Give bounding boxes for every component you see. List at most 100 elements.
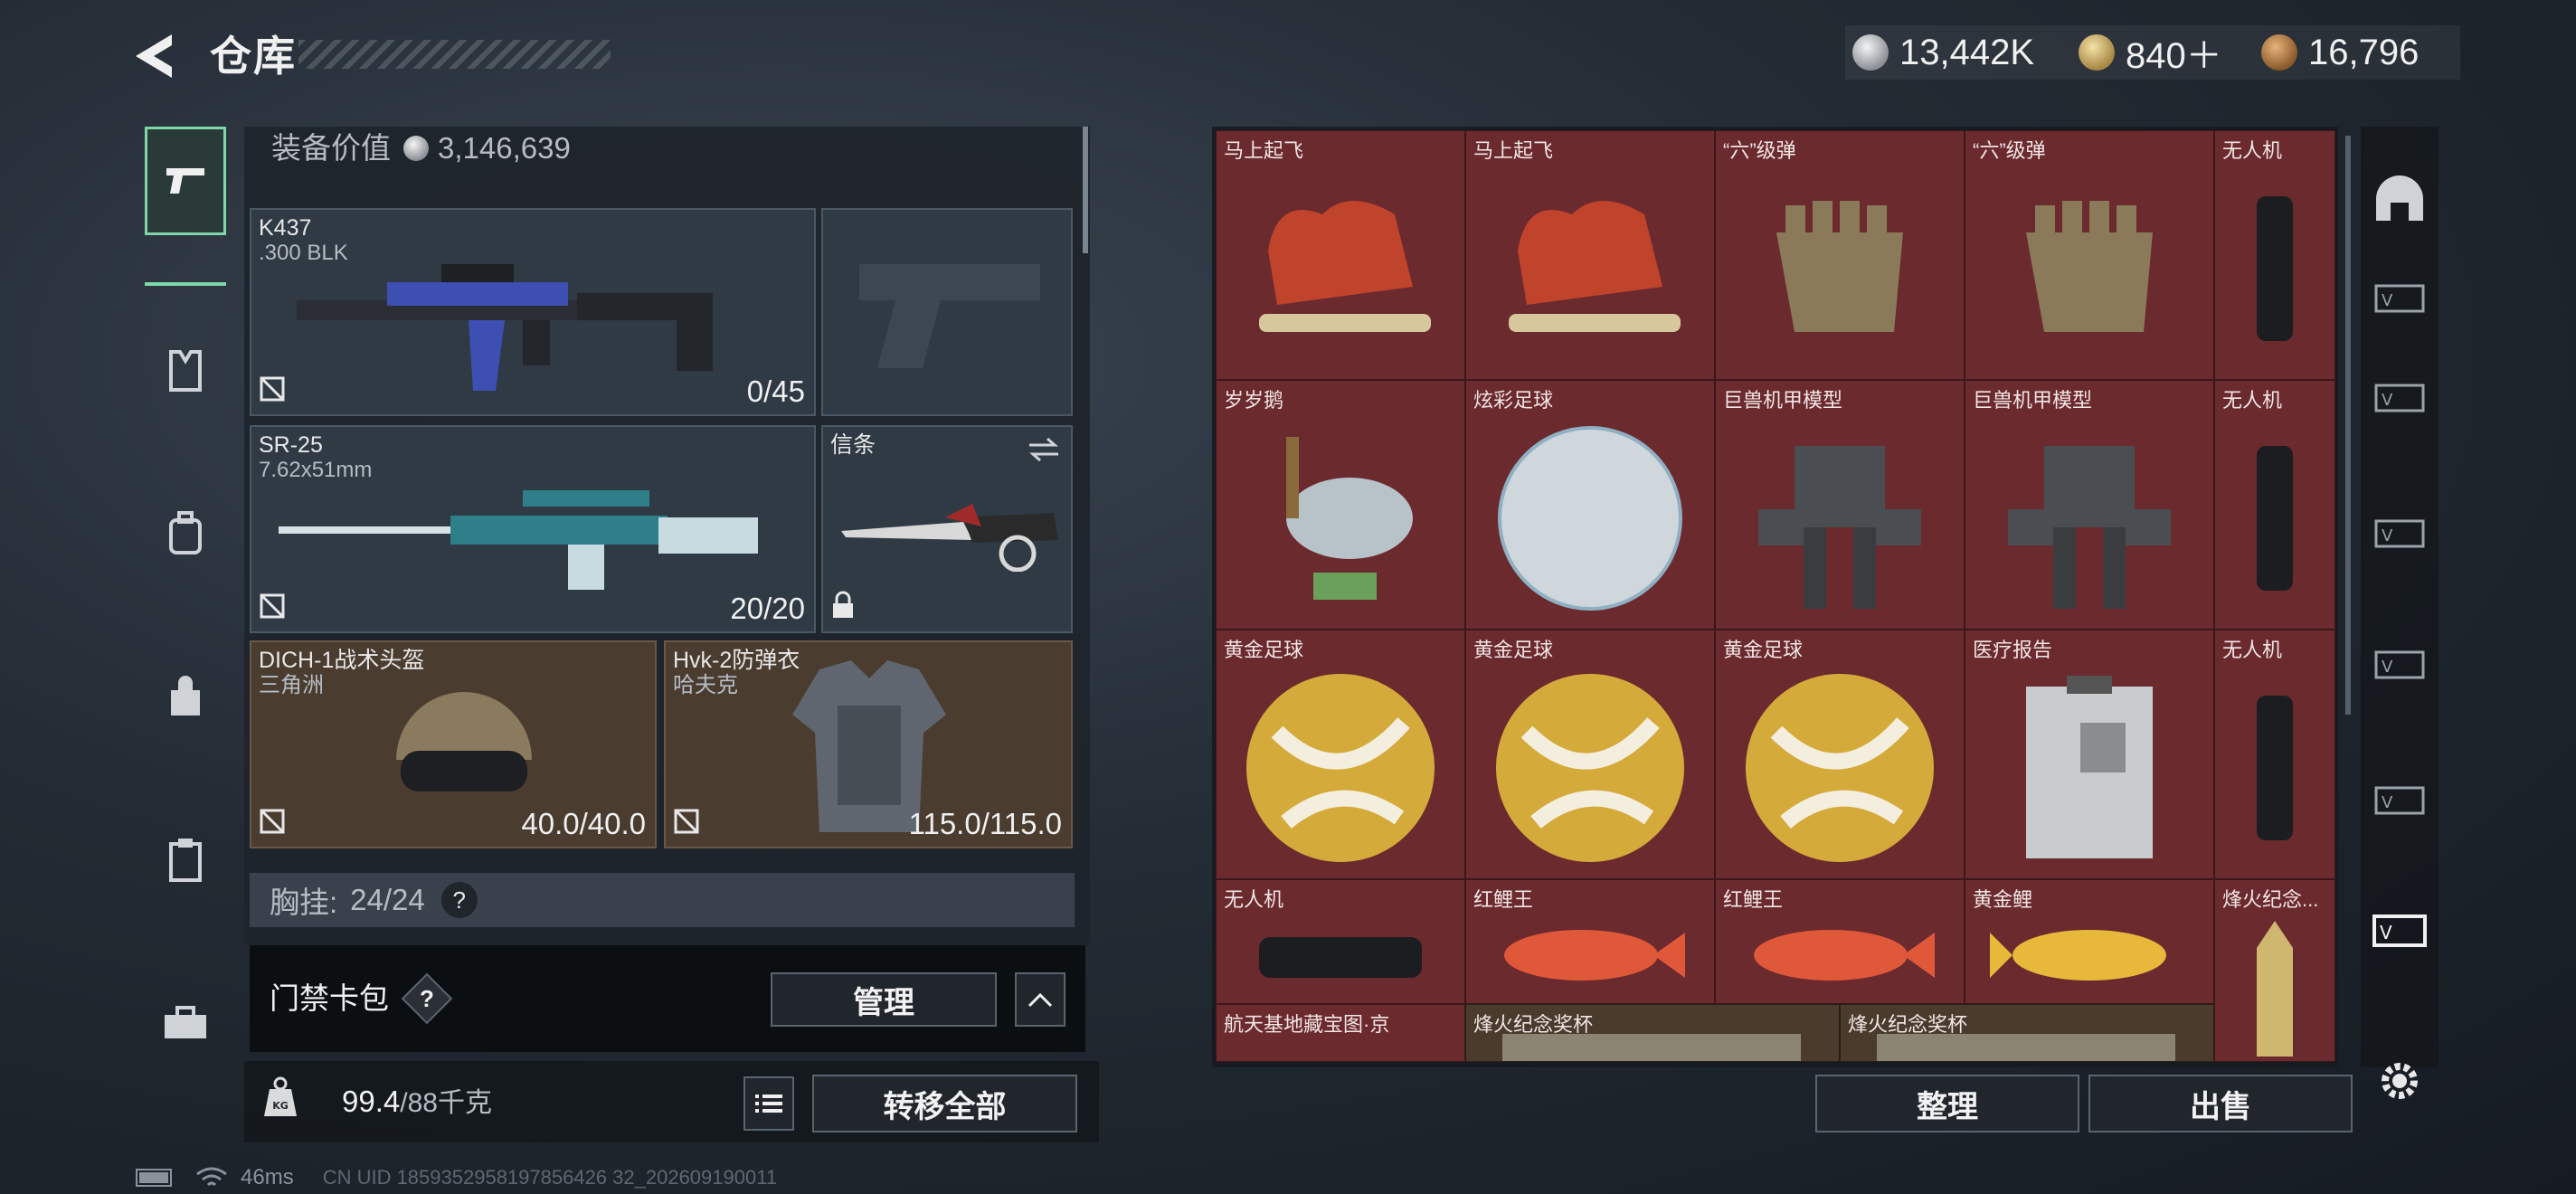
weapon-name: SR-25	[259, 432, 323, 458]
swap-icon[interactable]	[1026, 436, 1062, 463]
nav-armor[interactable]	[145, 317, 226, 425]
backpack-icon	[169, 511, 202, 554]
storage-item[interactable]: 黄金足球	[1465, 630, 1715, 879]
nav-toolbox[interactable]	[145, 968, 226, 1076]
nav-bag[interactable]	[145, 642, 226, 751]
pistol-slot-empty[interactable]	[821, 208, 1073, 416]
tab-storage-2[interactable]: V	[2363, 357, 2436, 439]
golden-football-icon	[1496, 674, 1684, 862]
storage-item[interactable]: 红鲤王	[1465, 879, 1715, 1004]
storage-item[interactable]: 无人机	[2214, 630, 2335, 879]
weight-capacity: /88千克	[400, 1088, 492, 1118]
storage-item[interactable]: 医疗报告	[1965, 630, 2214, 879]
svg-text:V: V	[2382, 291, 2393, 310]
status-bar: 46ms CN UID 1859352958197856426 32_20260…	[136, 1162, 777, 1193]
equipment-value: 装备价值 3,146,639	[271, 127, 571, 170]
chevron-up-icon	[1028, 992, 1053, 1008]
rifle-icon	[297, 264, 713, 391]
storage-scrollbar[interactable]	[2345, 136, 2351, 715]
trophy-case-icon	[1502, 1034, 1801, 1061]
armor-vest-icon	[169, 350, 202, 392]
mech-model-icon	[1758, 446, 1921, 609]
helmet-faction: 三角洲	[259, 673, 324, 697]
svg-text:V: V	[2382, 391, 2393, 410]
drone-cylinder-icon	[2257, 696, 2293, 840]
bronze-coin-icon	[2261, 34, 2297, 71]
storage-item[interactable]: 航天基地藏宝图·京	[1216, 1004, 1465, 1062]
weight-readout: 99.4/88千克	[342, 1082, 492, 1123]
storage-item[interactable]: 红鲤王	[1715, 879, 1965, 1004]
settings-button[interactable]	[2363, 1040, 2436, 1122]
collapse-button[interactable]	[1015, 972, 1065, 1027]
keycard-label: 门禁卡包	[270, 981, 389, 1015]
trophy-icon	[2257, 921, 2293, 1057]
storage-item[interactable]: 烽火纪念奖杯	[1840, 1004, 2214, 1062]
drone-cylinder-icon	[2257, 196, 2293, 341]
storage-item[interactable]: “六”级弹	[1715, 130, 1965, 380]
currency-bronze: 16,796	[2261, 25, 2419, 80]
storage-item[interactable]: 烽火纪念奖杯	[1465, 1004, 1840, 1062]
melee-slot[interactable]: 信条	[821, 425, 1073, 633]
svg-text:KG: KG	[272, 1100, 289, 1112]
nav-backpack[interactable]	[145, 479, 226, 588]
storage-grid: 马上起飞 马上起飞 “六”级弹 “六”级弹 无人机 岁岁鹅 炫彩足球 巨兽机甲模…	[1216, 130, 2335, 1062]
clipboard-icon	[169, 839, 202, 882]
back-button[interactable]	[127, 27, 181, 85]
chest-rig-capacity: 24/24	[350, 883, 425, 916]
tab-all-storage[interactable]	[2363, 158, 2436, 240]
unbound-flag-icon	[673, 808, 700, 839]
tab-storage-1[interactable]: V	[2363, 258, 2436, 339]
gear-icon	[2382, 1063, 2418, 1099]
tab-storage-5[interactable]: V	[2363, 760, 2436, 841]
storage-item[interactable]: 无人机	[1216, 879, 1465, 1004]
nav-active-marker	[145, 282, 226, 286]
helmet-slot[interactable]: DICH-1战术头盔 三角洲 40.0/40.0	[250, 640, 657, 848]
sell-button[interactable]: 出售	[2088, 1075, 2353, 1132]
loadout-scrollbar[interactable]	[1083, 127, 1088, 253]
primary-weapon-slot[interactable]: K437 .300 BLK 0/45	[250, 208, 816, 416]
storage-item[interactable]: 马上起飞	[1216, 130, 1465, 380]
tab-storage-6-active[interactable]: V	[2363, 891, 2436, 972]
helmet-icon	[396, 692, 532, 791]
storage-item[interactable]: 岁岁鹅	[1216, 380, 1465, 630]
secondary-weapon-slot[interactable]: SR-25 7.62x51mm 20/20	[250, 425, 816, 633]
storage-item[interactable]: 无人机	[2214, 380, 2335, 630]
transfer-all-button[interactable]: 转移全部	[812, 1075, 1077, 1132]
storage-item[interactable]: 黄金鲤	[1965, 879, 2214, 1004]
unbound-flag-icon	[259, 808, 286, 839]
storage-item[interactable]: 巨兽机甲模型	[1965, 380, 2214, 630]
safe-box-icon: V	[2374, 384, 2425, 412]
bullet-hand-icon	[2026, 201, 2153, 332]
bullet-hand-icon	[1776, 201, 1903, 332]
svg-text:V: V	[2382, 658, 2393, 677]
unbound-flag-icon	[259, 375, 286, 407]
chest-rig-row[interactable]: 胸挂: 24/24 ?	[250, 873, 1075, 927]
nav-weapons[interactable]	[145, 127, 226, 235]
storage-item[interactable]: 巨兽机甲模型	[1715, 380, 1965, 630]
sort-button[interactable]: 整理	[1815, 1075, 2079, 1132]
tab-storage-4[interactable]: V	[2363, 624, 2436, 706]
help-icon[interactable]: ?	[409, 981, 445, 1017]
golden-koi-icon	[1990, 930, 2166, 981]
storage-item[interactable]: 黄金足球	[1216, 630, 1465, 879]
durability: 115.0/115.0	[908, 807, 1062, 840]
storage-item[interactable]: 烽火纪念...	[2214, 879, 2335, 1062]
storage-item[interactable]: 马上起飞	[1465, 130, 1715, 380]
safe-box-icon: V	[2374, 284, 2425, 313]
uid-readout: CN UID 1859352958197856426 32_2026091900…	[322, 1166, 778, 1189]
list-view-button[interactable]	[743, 1076, 794, 1131]
storage-item[interactable]: 无人机	[2214, 130, 2335, 380]
safe-box-icon: V	[2374, 786, 2425, 815]
manage-button[interactable]: 管理	[771, 972, 997, 1027]
currency-value: 840＋	[2126, 36, 2222, 76]
list-icon	[755, 1094, 782, 1113]
nav-clipboard[interactable]	[145, 805, 226, 914]
storage-item[interactable]: “六”级弹	[1965, 130, 2214, 380]
help-icon[interactable]: ?	[440, 882, 478, 918]
svg-text:V: V	[2382, 526, 2393, 545]
tab-storage-3[interactable]: V	[2363, 493, 2436, 574]
drone-cylinder-icon	[2257, 446, 2293, 591]
storage-item[interactable]: 黄金足球	[1715, 630, 1965, 879]
storage-item[interactable]: 炫彩足球	[1465, 380, 1715, 630]
armor-slot[interactable]: Hvk-2防弹衣 哈夫克 115.0/115.0	[664, 640, 1073, 848]
